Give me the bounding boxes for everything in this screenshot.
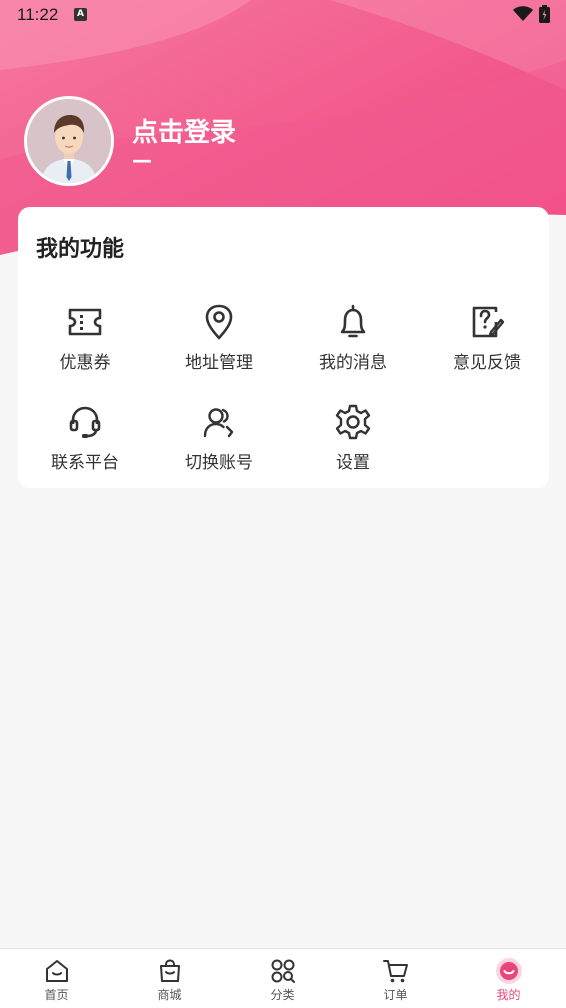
tab-shop[interactable]: 商城 [113, 949, 226, 1008]
func-settings-label: 设置 [336, 453, 370, 473]
func-feedback-label: 意见反馈 [453, 353, 521, 373]
home-icon [45, 960, 68, 982]
wifi-icon [513, 6, 533, 21]
func-messages[interactable]: 我的消息 [286, 302, 420, 392]
bell-icon [340, 304, 366, 338]
tab-home[interactable]: 首页 [0, 949, 113, 1008]
status-bar: 11:22 A [0, 0, 566, 30]
tab-home-label: 首页 [44, 988, 69, 1002]
coupon-icon [68, 308, 102, 336]
func-switch-account-label: 切换账号 [185, 453, 253, 473]
func-contact-label: 联系平台 [51, 453, 119, 473]
shop-bag-icon [159, 959, 180, 982]
tab-orders-label: 订单 [383, 988, 408, 1002]
tab-profile[interactable]: 我的 [452, 949, 565, 1008]
section-title: 我的功能 [36, 237, 125, 262]
tab-category-label: 分类 [270, 988, 295, 1002]
feedback-icon [472, 306, 505, 338]
tab-shop-label: 商城 [157, 988, 182, 1002]
location-icon [205, 304, 233, 340]
bottom-tab-bar: 首页 商城 分类 订单 我的 [0, 948, 566, 1008]
profile-icon [495, 958, 522, 984]
func-switch-account[interactable]: 切换账号 [152, 402, 286, 492]
category-icon [271, 959, 295, 983]
func-messages-label: 我的消息 [319, 353, 387, 373]
user-avatar-icon [27, 99, 111, 183]
avatar[interactable] [24, 96, 114, 186]
func-contact[interactable]: 联系平台 [18, 402, 152, 492]
tab-orders[interactable]: 订单 [339, 949, 452, 1008]
func-coupon[interactable]: 优惠券 [18, 302, 152, 392]
cart-icon [382, 960, 408, 983]
func-coupon-label: 优惠券 [59, 353, 111, 373]
func-feedback[interactable]: 意见反馈 [420, 302, 554, 392]
tab-profile-label: 我的 [496, 988, 521, 1002]
gear-icon [335, 404, 371, 440]
profile-subtitle: — [132, 148, 152, 172]
status-time: 11:22 [17, 5, 59, 24]
login-button[interactable]: 点击登录 [132, 112, 236, 149]
battery-icon [539, 5, 550, 23]
headset-icon [69, 406, 101, 438]
notification-a-icon: A [74, 8, 87, 21]
switch-user-icon [203, 408, 234, 438]
func-address-label: 地址管理 [185, 353, 253, 373]
func-address[interactable]: 地址管理 [152, 302, 286, 392]
tab-category[interactable]: 分类 [226, 949, 339, 1008]
func-settings[interactable]: 设置 [286, 402, 420, 492]
my-functions-card: 我的功能 优惠券 地址管理 我的消息 意见反馈 联系平台 切换账号 设置 [18, 207, 549, 488]
